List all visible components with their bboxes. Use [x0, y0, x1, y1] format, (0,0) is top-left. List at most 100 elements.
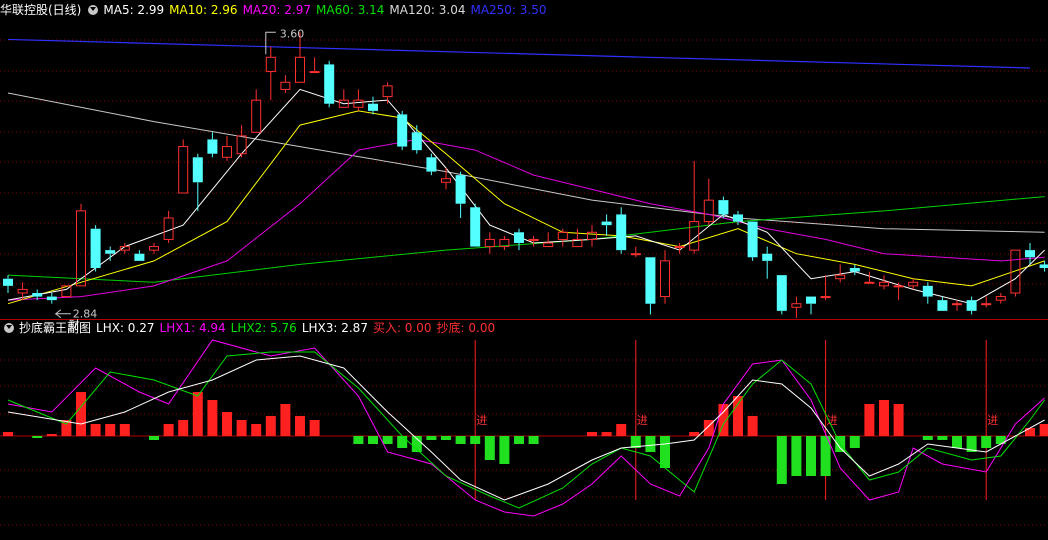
- candle-body: [557, 231, 568, 240]
- histogram-bar: [295, 416, 305, 436]
- candle-body: [587, 231, 597, 240]
- candle-body: [674, 246, 685, 249]
- histogram-bar: [849, 436, 860, 448]
- stock-chart-window: 3.60 2.84 财进进进进 华联控股(日线) MA5: 2.99 MA10: 2.9…: [0, 0, 1048, 540]
- histogram-bar: [280, 404, 291, 436]
- ma-indicator-label-0: MA5: 2.99: [103, 3, 165, 17]
- histogram-bar: [879, 400, 889, 436]
- histogram-bar: [528, 436, 539, 444]
- histogram-bar: [309, 420, 320, 436]
- histogram-bar: [616, 424, 627, 436]
- candle-body: [178, 146, 189, 194]
- histogram-bar: [32, 436, 43, 438]
- candle-body: [1039, 264, 1048, 268]
- histogram-bar: [426, 436, 437, 440]
- candle-body: [543, 242, 554, 248]
- signal-label: 进: [987, 414, 998, 427]
- histogram-bar: [382, 436, 393, 444]
- signal-label: 进: [476, 414, 487, 427]
- histogram-bar: [397, 436, 408, 448]
- histogram-bar: [1039, 424, 1048, 436]
- histogram-bar: [76, 392, 86, 436]
- ma5-line: [7, 88, 1045, 305]
- sub-panel-title: 抄底霸王副图: [19, 321, 92, 335]
- ma10-line: [7, 110, 1045, 305]
- candle-body: [864, 281, 875, 284]
- candle-body: [835, 274, 846, 280]
- histogram-bar: [441, 436, 451, 440]
- histogram-bar: [601, 432, 612, 436]
- histogram-bar: [265, 416, 276, 436]
- candle-body: [747, 221, 758, 258]
- ma60-line: [7, 196, 1045, 283]
- candle-body: [776, 275, 787, 311]
- sub-panel-header: 抄底霸王副图 LHX: 0.27 LHX1: 4.94 LHX2: 5.76 LHX3:…: [0, 319, 505, 337]
- candle-body: [762, 253, 773, 261]
- candle-body: [645, 257, 656, 304]
- candle-body: [382, 85, 393, 98]
- histogram-bar: [893, 404, 904, 436]
- ma-indicator-label-2: MA20: 2.97: [242, 3, 311, 17]
- candle-body: [368, 103, 378, 111]
- chart-canvas[interactable]: 3.602.84财进进进进: [0, 0, 1048, 540]
- histogram-bar: [776, 436, 787, 484]
- histogram-bar: [645, 436, 656, 452]
- sub-indicator-label-1: LHX1: 4.94: [159, 321, 226, 335]
- candle-body: [105, 250, 116, 254]
- indicator-menu-icon[interactable]: [88, 5, 99, 15]
- candle-body: [981, 303, 992, 306]
- candle-body: [207, 139, 218, 154]
- histogram-bar: [236, 420, 247, 436]
- candle-body: [514, 232, 524, 243]
- lhx-line: [7, 355, 1045, 501]
- candle-body: [46, 296, 57, 301]
- histogram-bar: [251, 424, 262, 436]
- histogram-bar: [353, 436, 364, 444]
- histogram-bar: [46, 434, 57, 436]
- candle-body: [937, 300, 948, 311]
- histogram-bar: [864, 404, 875, 436]
- candle-body: [995, 296, 1006, 301]
- candle-body: [426, 157, 437, 172]
- histogram-bar: [689, 432, 700, 436]
- candle-body: [718, 200, 729, 215]
- candle-body: [484, 238, 495, 248]
- histogram-bar: [791, 436, 802, 476]
- candle-body: [251, 99, 262, 133]
- candle-body: [966, 300, 977, 311]
- candle-body: [952, 303, 962, 306]
- candle-body: [280, 81, 291, 90]
- candle-body: [470, 207, 481, 247]
- candle-body: [265, 56, 276, 73]
- candle-body: [893, 285, 904, 288]
- candle-body: [791, 303, 802, 308]
- histogram-bar: [981, 436, 992, 448]
- candle-body: [76, 210, 86, 287]
- candle-body: [236, 135, 247, 155]
- histogram-bar: [660, 436, 670, 468]
- ma120-line: [7, 92, 1045, 233]
- histogram-bar: [747, 416, 758, 436]
- candle-body: [3, 278, 13, 286]
- candle-body: [630, 253, 641, 256]
- ma20-line: [7, 138, 1045, 301]
- histogram-bar: [733, 396, 743, 436]
- candle-body: [149, 246, 159, 251]
- ma-indicator-label-5: MA250: 3.50: [470, 3, 547, 17]
- sub-indicator-label-4: 买入: 0.00: [372, 321, 432, 335]
- sub-indicator-label-2: LHX2: 5.76: [230, 321, 297, 335]
- indicator-menu-icon[interactable]: [4, 323, 14, 333]
- sub-indicator-label-3: LHX3: 2.87: [301, 321, 368, 335]
- main-panel-title: 华联控股(日线): [0, 3, 82, 17]
- histogram-bar: [514, 436, 524, 444]
- histogram-bar: [952, 436, 962, 448]
- histogram-bar: [587, 432, 597, 436]
- candle-body: [601, 221, 612, 226]
- candle-body: [163, 217, 174, 240]
- histogram-bar: [1025, 428, 1035, 436]
- candle-body: [17, 288, 28, 294]
- histogram-bar: [937, 436, 948, 440]
- main-panel-header: 华联控股(日线) MA5: 2.99 MA10: 2.96 MA20: 2.97 MA6…: [0, 1, 557, 19]
- histogram-bar: [3, 432, 13, 436]
- high-price-label: 3.60: [280, 27, 305, 40]
